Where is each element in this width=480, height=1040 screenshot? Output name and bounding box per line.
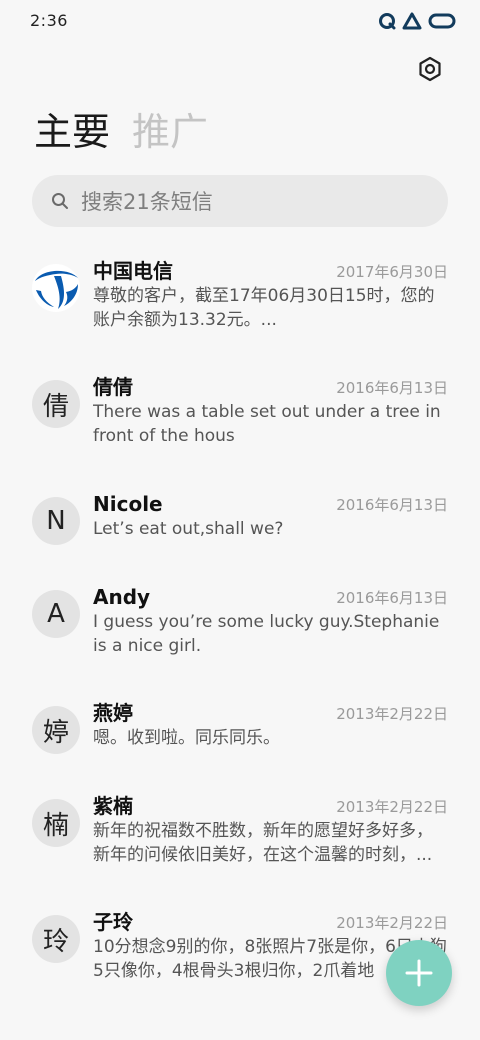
contact-name: 燕婷 — [93, 701, 133, 725]
battery-icon — [428, 13, 456, 29]
avatar: A — [32, 590, 80, 638]
avatar: 倩 — [32, 380, 80, 428]
message-date: 2016年6月13日 — [336, 379, 448, 397]
message-snippet: I guess you’re some lucky guy.Stephanie … — [93, 612, 440, 656]
status-icons — [378, 12, 456, 30]
contact-name: Andy — [93, 585, 151, 609]
message-snippet: There was a table set out under a tree i… — [93, 402, 441, 446]
contact-name: 子玲 — [93, 910, 133, 934]
search-icon — [52, 193, 68, 209]
message-date: 2013年2月22日 — [336, 914, 448, 932]
new-message-button[interactable] — [386, 940, 452, 1006]
tab-bar: 主要 推广 — [34, 104, 208, 160]
message-snippet: 嗯。收到啦。同乐同乐。 — [93, 728, 280, 748]
network-triangle-icon — [402, 12, 422, 30]
avatar: N — [32, 497, 80, 545]
plus-icon — [405, 959, 433, 987]
data-saver-icon — [378, 12, 396, 30]
message-date: 2013年2月22日 — [336, 705, 448, 723]
message-date: 2017年6月30日 — [336, 263, 448, 281]
tab-promotions[interactable]: 推广 — [132, 104, 208, 160]
settings-button[interactable] — [416, 55, 444, 83]
avatar: 婷 — [32, 706, 80, 754]
avatar: 楠 — [32, 799, 80, 847]
avatar: 玲 — [32, 915, 80, 963]
message-date: 2016年6月13日 — [336, 496, 448, 514]
tab-primary[interactable]: 主要 — [34, 104, 110, 160]
message-snippet: 新年的祝福数不胜数，新年的愿望好多好多，新年的问候依旧美好，在这个温馨的时刻，.… — [93, 821, 433, 865]
message-snippet: 尊敬的客户，截至17年06月30日15时，您的账户余额为13.32元。... — [93, 286, 435, 330]
message-date: 2016年6月13日 — [336, 589, 448, 607]
status-bar: 2:36 — [0, 0, 480, 40]
contact-name: 倩倩 — [93, 375, 133, 399]
avatar — [32, 264, 80, 312]
china-telecom-logo-icon — [32, 264, 80, 312]
contact-name: 紫楠 — [93, 794, 133, 818]
gear-icon — [419, 56, 441, 82]
search-bar[interactable]: 搜索21条短信 — [32, 175, 448, 227]
contact-name: 中国电信 — [93, 259, 173, 283]
status-time: 2:36 — [30, 11, 68, 30]
search-placeholder: 搜索21条短信 — [81, 190, 213, 214]
message-snippet: Let’s eat out,shall we? — [93, 519, 284, 539]
contact-name: Nicole — [93, 492, 163, 516]
message-date: 2013年2月22日 — [336, 798, 448, 816]
